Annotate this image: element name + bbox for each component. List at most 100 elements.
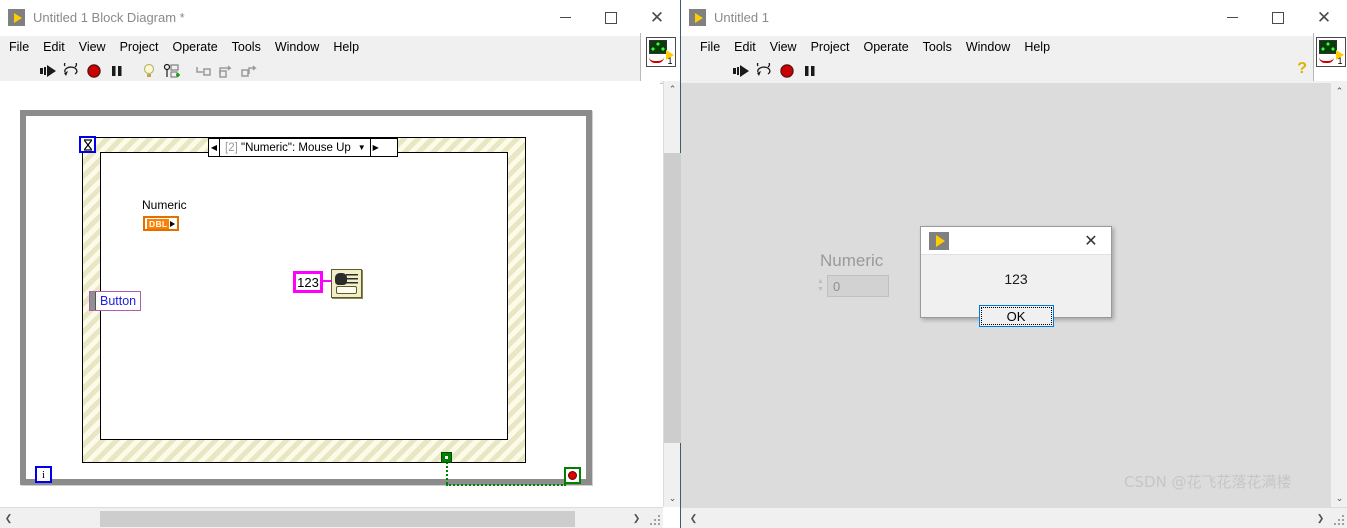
fp-horizontal-scrollbar[interactable]: ❮ ❯: [681, 507, 1347, 528]
previous-case-arrow[interactable]: ◀: [209, 139, 220, 156]
menu-help[interactable]: Help: [326, 38, 366, 56]
maximize-button[interactable]: [588, 0, 634, 36]
vi-connector-icon: 1: [645, 37, 676, 67]
increment-arrow-icon[interactable]: ▲: [817, 278, 824, 286]
menu-tools[interactable]: Tools: [916, 38, 959, 56]
bd-vertical-scrollbar[interactable]: ⌃ ⌄: [663, 81, 681, 507]
event-structure[interactable]: [82, 137, 526, 463]
menu-window[interactable]: Window: [959, 38, 1017, 56]
pause-button[interactable]: [105, 60, 128, 82]
front-panel-window: Untitled 1 ✕ File Edit View Project Oper…: [681, 0, 1347, 528]
button-boolean-terminal[interactable]: Button: [89, 291, 142, 311]
menu-help[interactable]: Help: [1017, 38, 1057, 56]
abort-execution-button[interactable]: [82, 60, 105, 82]
decrement-arrow-icon[interactable]: ▼: [817, 286, 824, 294]
block-diagram-menubar: File Edit View Project Operate Tools Win…: [0, 36, 680, 58]
loop-condition-terminal[interactable]: [564, 467, 581, 484]
bd-horizontal-scrollbar[interactable]: ❮ ❯: [0, 507, 663, 528]
menu-operate[interactable]: Operate: [856, 38, 915, 56]
close-button[interactable]: ✕: [634, 0, 680, 36]
pause-button[interactable]: [798, 60, 821, 82]
fp-scroll-right-arrow[interactable]: ❯: [1312, 510, 1329, 527]
menu-file[interactable]: File: [693, 38, 727, 56]
one-button-dialog: ✕ 123 OK: [920, 226, 1112, 327]
run-button[interactable]: [36, 60, 59, 82]
front-panel-menubar: File Edit View Project Operate Tools Win…: [681, 36, 1347, 58]
fp-scroll-down-arrow[interactable]: ⌄: [1331, 490, 1347, 507]
front-panel-title: Untitled 1: [714, 10, 769, 25]
block-diagram-title: Untitled 1 Block Diagram *: [33, 10, 185, 25]
vi-connector-icon: 1: [1315, 37, 1346, 67]
event-case-label: [2] "Numeric": Mouse Up: [220, 142, 356, 154]
watermark-text: CSDN @花飞花落花满楼: [1124, 473, 1292, 491]
event-structure-output-tunnel[interactable]: [441, 452, 452, 463]
menu-project[interactable]: Project: [804, 38, 857, 56]
numeric-dbl-type: DBL: [147, 218, 170, 229]
block-diagram-canvas[interactable]: ◀ [2] "Numeric": Mouse Up ▼ ▶ Numeric DB…: [0, 81, 660, 507]
minimize-button[interactable]: [542, 0, 588, 36]
step-over-button[interactable]: [215, 60, 238, 82]
numeric-increment-decrement[interactable]: ▲ ▼: [814, 275, 827, 297]
run-continuously-button[interactable]: [752, 60, 775, 82]
maximize-button[interactable]: [1255, 0, 1301, 36]
fp-scroll-left-arrow[interactable]: ❮: [685, 510, 702, 527]
fp-vertical-scrollbar[interactable]: ⌃ ⌄: [1330, 83, 1347, 507]
menu-operate[interactable]: Operate: [165, 38, 224, 56]
menu-window[interactable]: Window: [268, 38, 326, 56]
abort-execution-button[interactable]: [775, 60, 798, 82]
retain-wire-values-button[interactable]: [160, 60, 183, 82]
dialog-titlebar: ✕: [921, 227, 1111, 255]
menu-project[interactable]: Project: [113, 38, 166, 56]
iteration-terminal[interactable]: i: [35, 466, 52, 483]
step-into-button[interactable]: [192, 60, 215, 82]
menu-edit[interactable]: Edit: [727, 38, 763, 56]
button-terminal-label: Button: [100, 294, 137, 308]
fp-scroll-up-arrow[interactable]: ⌃: [1331, 83, 1347, 100]
numeric-dbl-terminal[interactable]: DBL: [143, 216, 180, 231]
one-button-dialog-vi[interactable]: [331, 269, 362, 298]
front-panel-titlebar: Untitled 1 ✕: [681, 0, 1347, 36]
event-structure-case-area[interactable]: [100, 152, 508, 440]
bd-scroll-left-arrow[interactable]: ❮: [0, 510, 17, 527]
stop-wire-vertical: [446, 462, 448, 484]
step-out-button[interactable]: [238, 60, 261, 82]
front-panel-canvas[interactable]: Numeric ▲ ▼ 0 ✕ 123 OK CSDN @花飞花落花满楼: [681, 83, 1330, 507]
menu-tools[interactable]: Tools: [225, 38, 268, 56]
block-diagram-window: Untitled 1 Block Diagram * ✕ File Edit V…: [0, 0, 681, 528]
menu-file[interactable]: File: [2, 38, 36, 56]
close-button[interactable]: ✕: [1301, 0, 1347, 36]
front-panel-toolbar: ?: [681, 58, 1347, 84]
bd-scroll-right-arrow[interactable]: ❯: [628, 510, 645, 527]
event-case-selector[interactable]: ◀ [2] "Numeric": Mouse Up ▼ ▶: [208, 138, 398, 157]
menu-view[interactable]: View: [763, 38, 804, 56]
fp-resize-grip[interactable]: [1333, 514, 1345, 526]
menu-edit[interactable]: Edit: [36, 38, 72, 56]
event-case-index: [2]: [225, 141, 238, 154]
labview-icon: [689, 9, 706, 26]
dialog-ok-button[interactable]: OK: [978, 305, 1054, 327]
bd-vi-icon-number: 1: [667, 56, 673, 66]
bd-hscroll-thumb[interactable]: [100, 511, 575, 527]
run-button[interactable]: [729, 60, 752, 82]
chevron-down-icon[interactable]: ▼: [358, 143, 366, 152]
highlight-execution-button[interactable]: [137, 60, 160, 82]
numeric-terminal-label: Numeric: [142, 198, 187, 212]
string-constant-123[interactable]: 123: [293, 271, 323, 293]
menu-view[interactable]: View: [72, 38, 113, 56]
fp-vi-icon-pane[interactable]: 1: [1313, 33, 1347, 81]
numeric-control[interactable]: ▲ ▼ 0: [814, 275, 889, 297]
bd-scroll-up-arrow[interactable]: ⌃: [664, 81, 681, 98]
run-continuously-button[interactable]: [59, 60, 82, 82]
context-help-icon[interactable]: ?: [1297, 60, 1307, 78]
dialog-close-button[interactable]: ✕: [1071, 227, 1111, 255]
bd-vscroll-thumb[interactable]: [664, 153, 681, 443]
timeout-terminal-icon[interactable]: [79, 136, 96, 153]
minimize-button[interactable]: [1209, 0, 1255, 36]
fp-vi-icon-number: 1: [1337, 56, 1343, 66]
bd-scroll-down-arrow[interactable]: ⌄: [664, 490, 681, 507]
bd-vi-icon-pane[interactable]: 1: [640, 33, 680, 81]
numeric-value-field[interactable]: 0: [827, 275, 889, 297]
block-diagram-titlebar: Untitled 1 Block Diagram * ✕: [0, 0, 680, 36]
bd-resize-grip[interactable]: [649, 514, 661, 526]
next-case-arrow[interactable]: ▶: [369, 139, 381, 156]
